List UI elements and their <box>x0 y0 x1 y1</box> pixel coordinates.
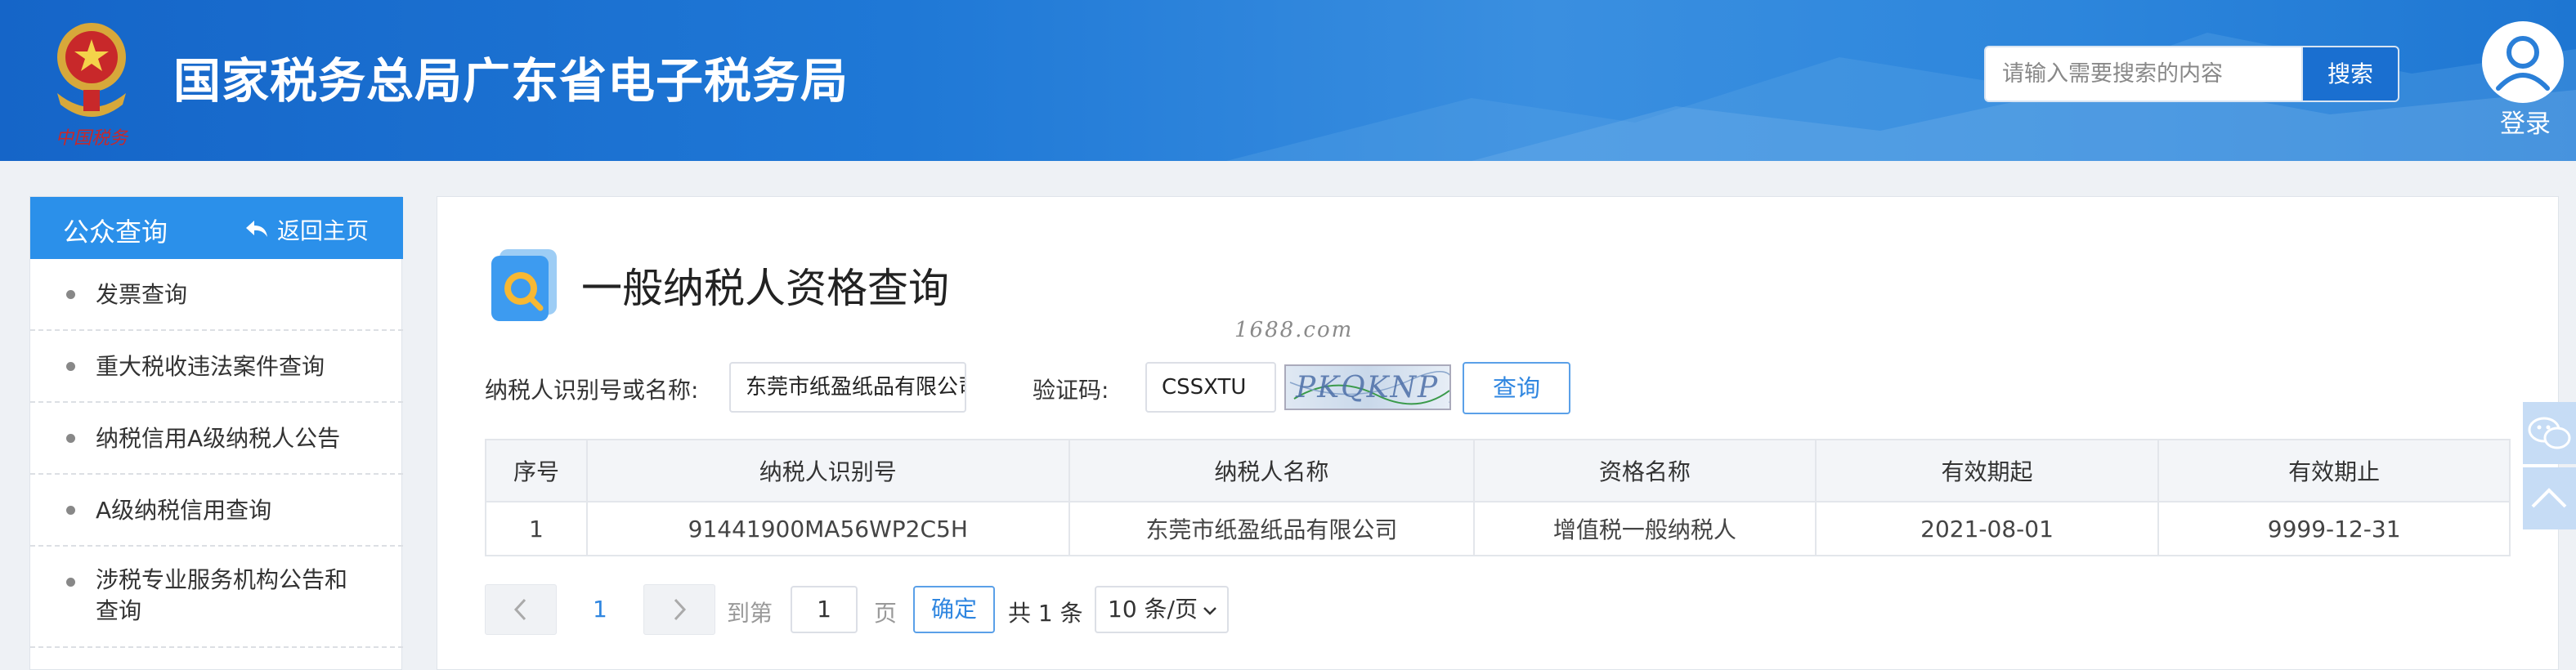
page-title: 一般纳税人资格查询 <box>581 265 949 312</box>
sidebar-item-label-line2: 查询 <box>96 597 142 624</box>
chevron-left-icon <box>513 598 526 621</box>
site-title: 国家税务总局广东省电子税务局 <box>173 53 849 109</box>
column-header-taxpayer-name: 纳税人名称 <box>1068 439 1476 502</box>
query-button[interactable]: 查询 <box>1463 362 1570 414</box>
results-table: 序号 纳税人识别号 纳税人名称 资格名称 有效期起 有效期止 1 9144190… <box>485 439 2511 556</box>
wechat-float-button[interactable] <box>2523 402 2576 464</box>
column-header-index: 序号 <box>485 439 588 502</box>
goto-suffix-label: 页 <box>874 600 898 627</box>
bullet-icon <box>66 578 75 587</box>
user-avatar-icon[interactable] <box>2482 21 2564 103</box>
taxpayer-label: 纳税人识别号或名称: <box>485 377 699 404</box>
search-button[interactable]: 搜索 <box>2301 46 2399 102</box>
sidebar-item-tax-agency-notice[interactable]: 涉税专业服务机构公告和 查询 <box>30 547 403 648</box>
table-header-row: 序号 纳税人识别号 纳税人名称 资格名称 有效期起 有效期止 <box>485 439 2511 502</box>
bullet-icon <box>66 434 75 443</box>
current-page-number[interactable]: 1 <box>593 596 607 623</box>
sidebar-item-label: 纳税信用A级纳税人公告 <box>96 425 341 452</box>
cell-taxpayer-name: 东莞市纸盈纸品有限公司 <box>1068 501 1476 556</box>
wechat-icon <box>2528 417 2571 449</box>
captcha-input[interactable]: CSSXTU <box>1145 362 1276 413</box>
taxpayer-input[interactable]: 东莞市纸盈纸品有限公司 <box>729 362 966 413</box>
bullet-icon <box>66 506 75 515</box>
sidebar-item-a-credit-query[interactable]: A级纳税信用查询 <box>30 475 403 547</box>
sidebar-header: 公众查询 返回主页 <box>30 197 403 259</box>
cell-valid-to: 9999-12-31 <box>2157 501 2511 556</box>
bullet-icon <box>66 290 75 299</box>
svg-text:中国税务: 中国税务 <box>56 128 129 149</box>
captcha-text: PKQKNP <box>1296 371 1440 404</box>
site-header: 中国税务 国家税务总局广东省电子税务局 请输入需要搜索的内容 搜索 登录 <box>0 0 2576 161</box>
goto-page-input[interactable]: 1 <box>791 586 858 633</box>
total-count-label: 共 1 条 <box>1008 600 1083 627</box>
login-link[interactable]: 登录 <box>2489 103 2562 140</box>
watermark-text: 1688.com <box>1234 318 1354 342</box>
column-header-qualification: 资格名称 <box>1473 439 1817 502</box>
chevron-down-icon <box>1203 607 1216 615</box>
reply-arrow-icon <box>246 221 267 237</box>
chevron-right-icon <box>674 598 687 621</box>
next-page-button[interactable] <box>643 584 715 635</box>
tax-emblem-icon: 中国税务 <box>56 23 129 149</box>
sidebar-item-major-violation-query[interactable]: 重大税收违法案件查询 <box>30 331 403 403</box>
column-header-taxpayer-id: 纳税人识别号 <box>585 439 1070 502</box>
captcha-image[interactable]: PKQKNP <box>1284 364 1451 410</box>
sidebar-item-a-credit-notice[interactable]: 纳税信用A级纳税人公告 <box>30 403 403 475</box>
sidebar-item-label: 发票查询 <box>96 281 188 308</box>
sidebar: 公众查询 返回主页 发票查询 重大税收违法案件查询 纳税信用A级纳税人公告 A级… <box>29 196 403 670</box>
back-home-label: 返回主页 <box>277 217 370 244</box>
cell-taxpayer-id: 91441900MA56WP2C5H <box>585 501 1070 556</box>
prev-page-button[interactable] <box>485 584 557 635</box>
search-input[interactable]: 请输入需要搜索的内容 <box>1984 46 2301 102</box>
column-header-valid-to: 有效期止 <box>2157 439 2511 502</box>
sidebar-item-label: 重大税收违法案件查询 <box>96 353 325 380</box>
goto-confirm-button[interactable]: 确定 <box>913 586 995 633</box>
captcha-label: 验证码: <box>1033 377 1109 404</box>
cell-index: 1 <box>485 501 588 556</box>
bullet-icon <box>66 362 75 371</box>
page-size-value: 10 条/页 <box>1108 596 1198 623</box>
back-home-link[interactable]: 返回主页 <box>244 213 369 246</box>
back-to-top-button[interactable] <box>2523 467 2576 529</box>
column-header-valid-from: 有效期起 <box>1814 439 2160 502</box>
table-row: 1 91441900MA56WP2C5H 东莞市纸盈纸品有限公司 增值税一般纳税… <box>485 501 2511 556</box>
sidebar-item-label: A级纳税信用查询 <box>96 497 272 524</box>
sidebar-title: 公众查询 <box>63 217 168 248</box>
query-magnifier-icon <box>491 249 557 321</box>
sidebar-item-label: 涉税专业服务机构公告和 <box>96 566 348 593</box>
main-panel: 一般纳税人资格查询 1688.com 纳税人识别号或名称: 东莞市纸盈纸品有限公… <box>437 196 2559 670</box>
page-size-select[interactable]: 10 条/页 <box>1095 586 1229 633</box>
goto-prefix-label: 到第 <box>727 600 773 627</box>
cell-qualification: 增值税一般纳税人 <box>1473 501 1817 556</box>
cell-valid-from: 2021-08-01 <box>1814 501 2160 556</box>
sidebar-item-invoice-query[interactable]: 发票查询 <box>30 259 403 331</box>
chevron-up-icon <box>2531 488 2567 508</box>
